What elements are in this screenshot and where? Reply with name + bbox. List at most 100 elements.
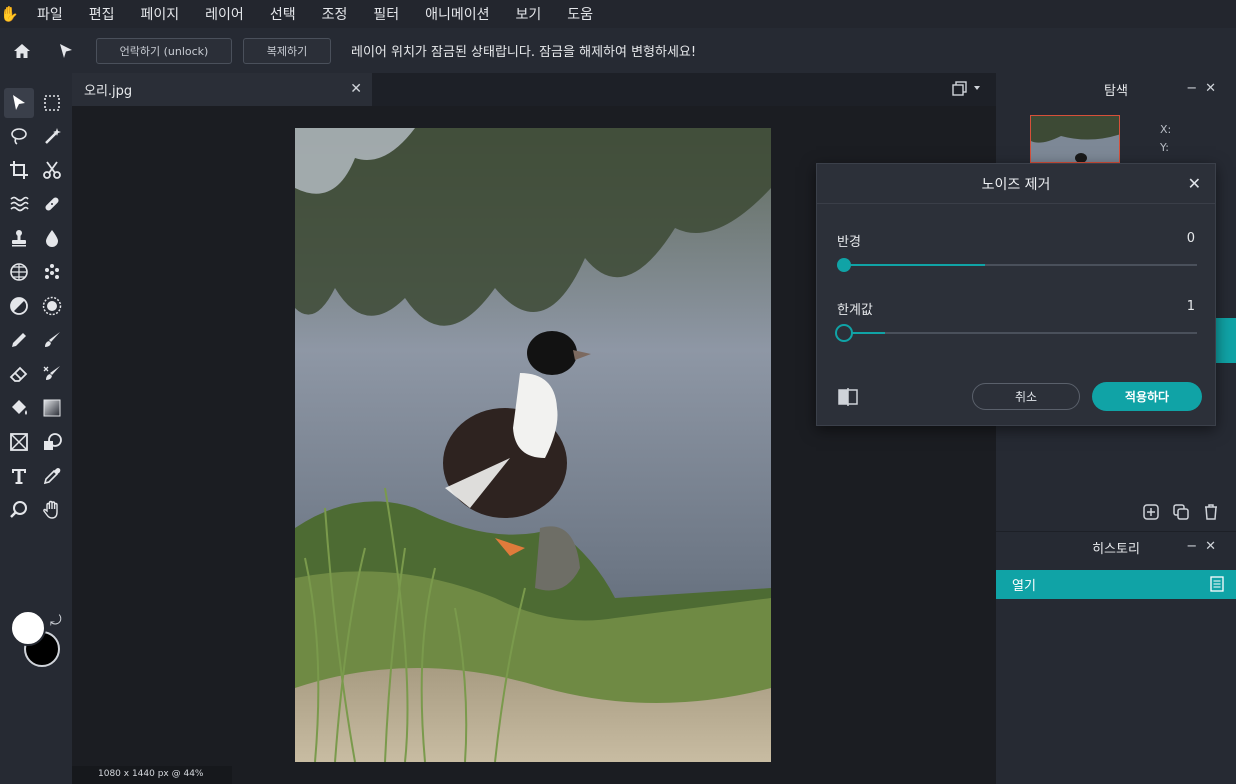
menu-layer[interactable]: 레이어 [192,4,257,24]
history-item[interactable]: 열기 [996,570,1236,599]
menu-select[interactable]: 선택 [257,4,309,24]
text-icon [12,469,26,484]
navigator-x-label: X: [1160,123,1172,136]
radius-slider[interactable] [843,264,1197,266]
marquee-tool[interactable] [37,88,67,118]
cancel-button[interactable]: 취소 [972,383,1080,410]
crop-tool[interactable] [4,155,34,185]
duck-photo[interactable] [295,128,771,762]
menu-view[interactable]: 보기 [503,4,555,24]
sun-icon [42,296,62,316]
gradient-tool[interactable] [37,393,67,423]
bandage-icon [45,197,59,211]
document-tab-bar: 오리.jpg ✕ [72,73,996,106]
hand-cursor-icon: ✋ [0,5,19,23]
brush-replace-icon [43,366,60,380]
panel-controls[interactable]: −✕ [1186,81,1224,96]
move-tool-icon[interactable] [46,31,86,71]
document-tab-label: 오리.jpg [84,84,133,99]
menu-help[interactable]: 도움 [554,4,606,24]
navigator-thumbnail[interactable] [1030,115,1120,163]
hand-tool[interactable] [37,495,67,525]
history-panel-controls[interactable]: −✕ [1186,539,1224,554]
globe-grid-icon [10,263,28,281]
canvas-status: 1080 x 1440 px @ 44% [72,766,232,784]
threshold-slider[interactable] [843,332,1197,334]
foreground-color-swatch[interactable] [10,610,46,646]
document-tab[interactable]: 오리.jpg ✕ [72,73,372,106]
pencil-tool[interactable] [4,325,34,355]
home-icon[interactable] [2,31,42,71]
select-tool[interactable] [4,88,34,118]
delete-layer-icon[interactable] [1202,503,1220,525]
noise-removal-dialog: 노이즈 제거 ✕ 반경 0 한계값 1 취소 적용하다 [816,163,1216,426]
options-bar: 언락하기 (unlock) 복제하기 레이어 위치가 잠금된 상태랍니다. 잠금… [0,28,1236,73]
brush-tool[interactable] [37,325,67,355]
color-picker-tool[interactable] [37,461,67,491]
menu-animation[interactable]: 애니메이션 [412,4,502,24]
lasso-tool[interactable] [4,121,34,151]
menu-filter[interactable]: 필터 [360,4,412,24]
layer-locked-message: 레이어 위치가 잠금된 상태랍니다. 잠금을 해제하여 변형하세요! [351,45,697,60]
window-arrange-icon[interactable] [952,80,982,100]
threshold-slider-handle[interactable] [835,324,853,342]
dodge-burn-tool[interactable] [4,291,34,321]
sharpen-tool[interactable] [37,291,67,321]
scissors-icon [43,161,61,179]
shape-icon [10,433,28,451]
navigator-y-label: Y: [1160,141,1169,154]
history-header: 히스토리 −✕ [996,531,1236,564]
pattern-tool[interactable] [4,257,34,287]
sticker-tool[interactable] [37,427,67,457]
tools-panel: ⤾ [0,73,72,784]
duplicate-button[interactable]: 복제하기 [243,37,331,64]
radius-value: 0 [1186,231,1195,246]
sponge-tool[interactable] [37,257,67,287]
eraser-tool[interactable] [4,359,34,389]
navigator-title: 탐색 [1104,84,1128,99]
shapes-icon [44,433,62,450]
pencil-icon [12,333,26,347]
blur-tool[interactable] [37,223,67,253]
drop-icon [46,230,58,247]
compare-icon[interactable] [837,388,859,410]
menu-edit[interactable]: 편집 [76,4,128,24]
menu-adjust[interactable]: 조정 [309,4,361,24]
add-layer-icon[interactable] [1142,503,1160,525]
brush-icon [45,332,60,347]
text-tool[interactable] [4,461,34,491]
apply-button[interactable]: 적용하다 [1092,382,1202,411]
waves-icon [10,196,29,212]
document-icon [1210,576,1224,596]
eyedropper-icon [43,468,61,485]
gradient-icon [43,399,61,417]
paint-bucket-icon [12,400,27,415]
magic-wand-tool[interactable] [37,121,67,151]
menu-page[interactable]: 페이지 [128,4,193,24]
menu-file[interactable]: 파일 [24,4,76,24]
fill-tool[interactable] [4,393,34,423]
duplicate-layer-icon[interactable] [1172,503,1190,525]
cut-tool[interactable] [37,155,67,185]
radius-slider-fill [843,264,985,266]
shape-tool[interactable] [4,427,34,457]
crop-icon [10,161,28,179]
zoom-tool[interactable] [4,495,34,525]
dialog-header: 노이즈 제거 ✕ [817,164,1215,204]
close-dialog-icon[interactable]: ✕ [1188,174,1201,193]
radius-slider-handle[interactable] [837,258,851,272]
contrast-icon [10,297,28,315]
magic-wand-icon [45,128,61,144]
threshold-value: 1 [1186,299,1195,314]
heal-tool[interactable] [37,189,67,219]
liquify-tool[interactable] [4,189,34,219]
stamp-icon [12,230,26,247]
dots-icon [45,264,59,279]
clone-stamp-tool[interactable] [4,223,34,253]
unlock-button[interactable]: 언락하기 (unlock) [96,37,232,64]
close-tab-icon[interactable]: ✕ [350,81,362,97]
swap-colors-icon[interactable]: ⤾ [50,613,62,629]
color-replace-tool[interactable] [37,359,67,389]
eraser-icon [9,366,28,382]
marquee-icon [44,95,60,111]
